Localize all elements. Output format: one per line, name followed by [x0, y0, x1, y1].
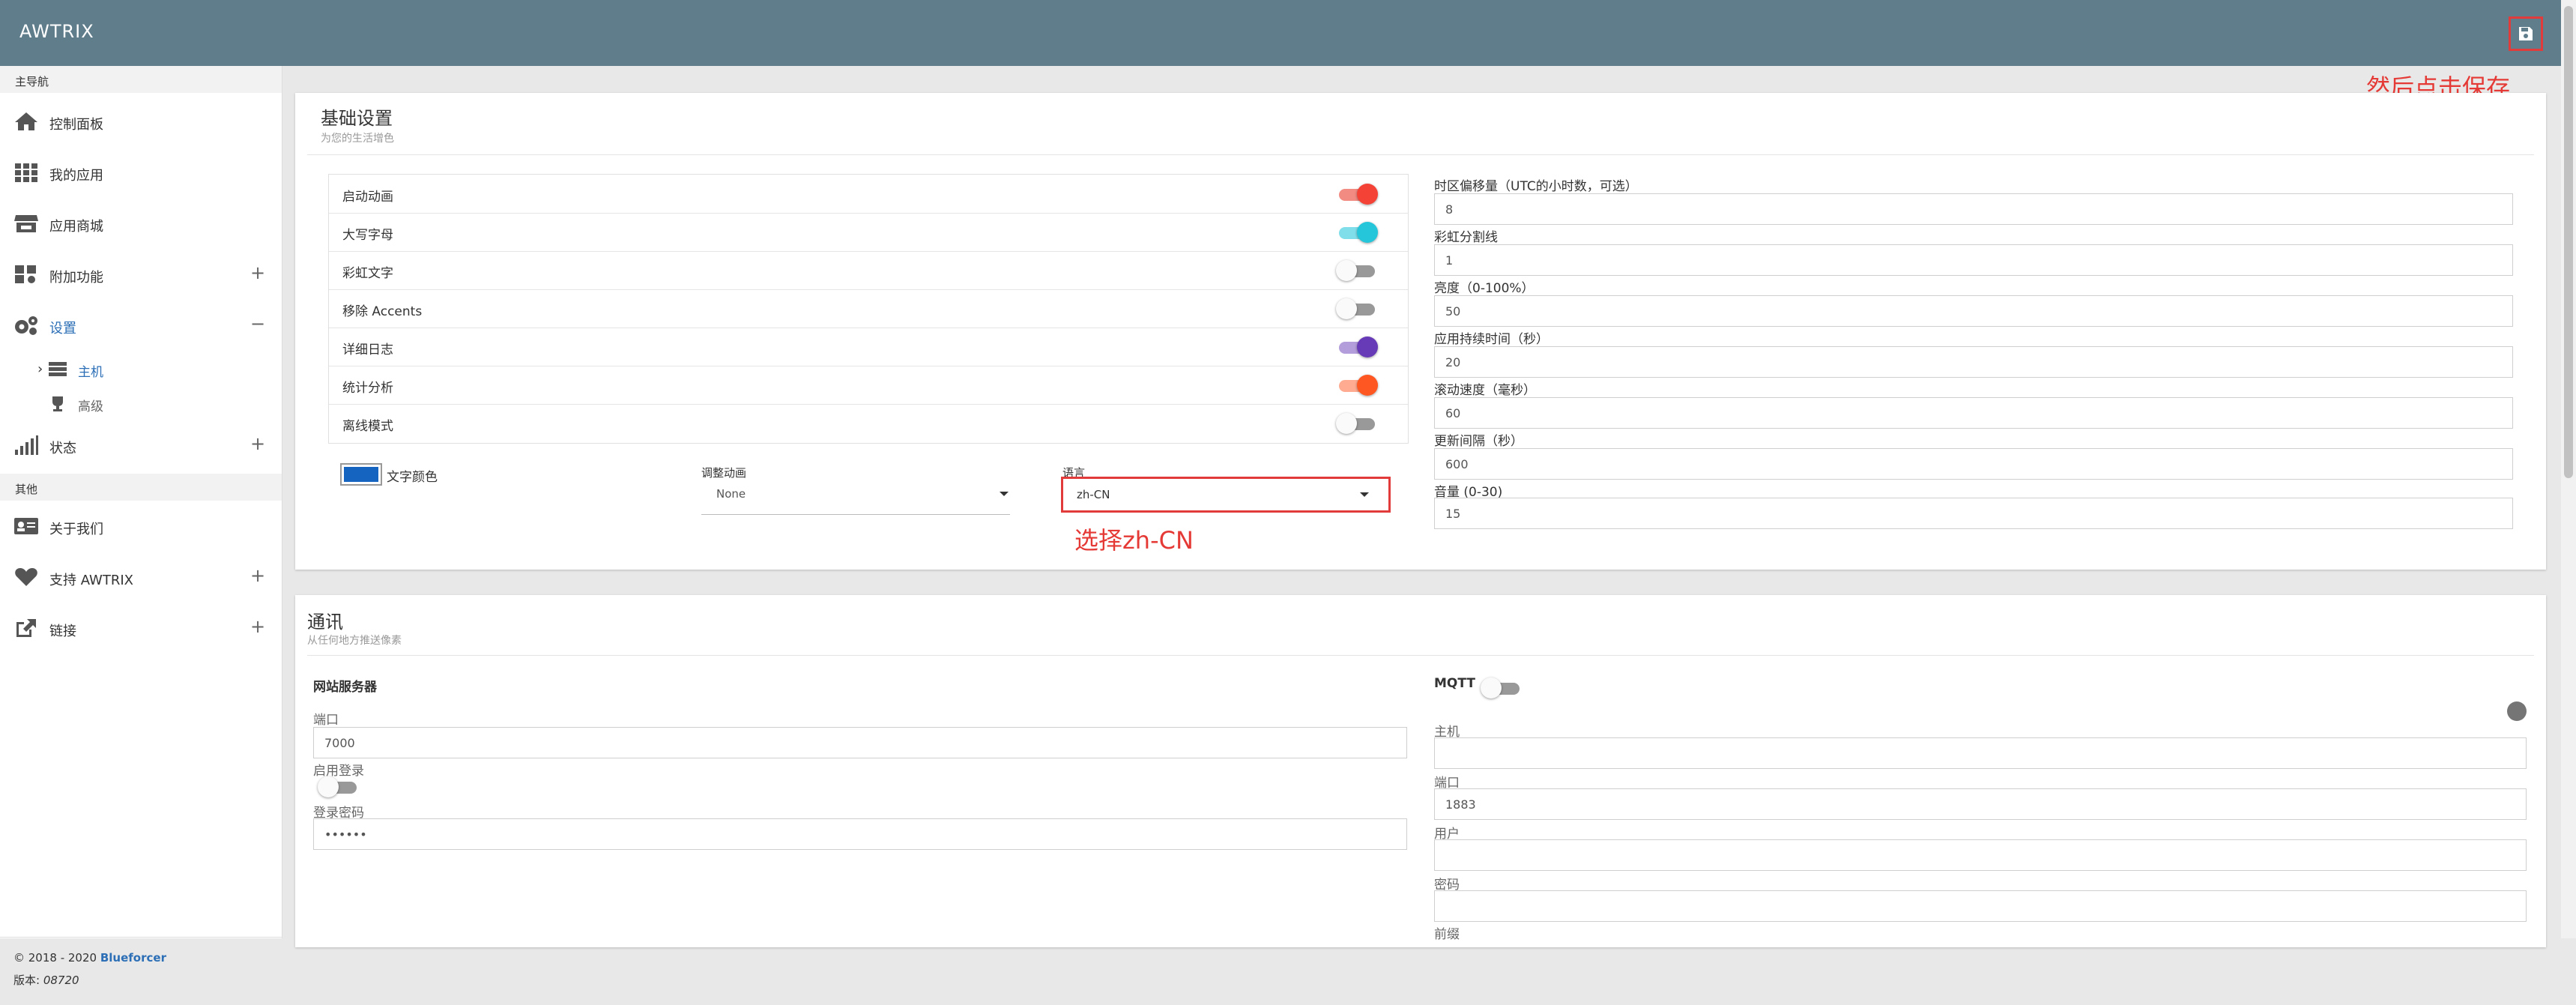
toggle-row-analytics: 统计分析 [329, 366, 1408, 405]
sidebar-item-settings[interactable]: 设置 − [0, 303, 282, 348]
app-duration-input[interactable]: 20 [1434, 346, 2513, 378]
sidebar-footer: © 2018 - 2020 Blueforcer 版本: 08720 [0, 937, 282, 1005]
copyright: © 2018 - 2020 Blueforcer [13, 951, 166, 965]
toggle-enable-login[interactable] [318, 776, 360, 797]
field-label-rainbow-divider: 彩虹分割线 [1434, 230, 1498, 245]
toggle-row-uppercase: 大写字母 [329, 213, 1408, 252]
sidebar: 主导航 控制面板 我的应用 应用商城 附加功能 + 设置 − › 主机 高级 状… [0, 66, 282, 987]
mqtt-title: MQTT [1434, 676, 1475, 691]
section-header-other: 其他 [0, 474, 282, 501]
animation-select[interactable]: None [701, 481, 1010, 515]
toggle-uppercase[interactable] [1336, 222, 1378, 243]
card-subtitle-comm: 从任何地方推送像素 [307, 635, 402, 647]
sidebar-item-addons[interactable]: 附加功能 + [0, 252, 282, 297]
animation-label: 调整动画 [701, 466, 747, 480]
sidebar-item-app-store[interactable]: 应用商城 [0, 201, 282, 246]
sidebar-item-about[interactable]: 关于我们 [0, 504, 282, 549]
mqtt-status-indicator [2507, 701, 2527, 721]
text-color-label: 文字颜色 [387, 470, 438, 485]
toggle-boot-animation[interactable] [1336, 184, 1378, 205]
toggle-mqtt[interactable] [1481, 677, 1523, 698]
field-label-update-interval: 更新间隔（秒） [1434, 434, 1523, 449]
language-hint-annotation: 选择zh-CN [1074, 526, 1194, 555]
webserver-title: 网站服务器 [313, 680, 377, 695]
floppy-disk-icon [2519, 27, 2533, 40]
brightness-input[interactable]: 50 [1434, 295, 2513, 327]
tz-offset-input[interactable]: 8 [1434, 193, 2513, 225]
version-info: 版本: 08720 [13, 974, 79, 987]
top-app-bar: AWTRIX [0, 0, 2576, 66]
toggle-row-rainbow-text: 彩虹文字 [329, 251, 1408, 290]
sidebar-item-links[interactable]: 链接 + [0, 606, 282, 651]
sidebar-item-support[interactable]: 支持 AWTRIX + [0, 555, 282, 600]
mqtt-prefix-label: 前缀 [1434, 927, 1460, 942]
field-label-scroll-speed: 滚动速度（毫秒） [1434, 383, 1536, 398]
trophy-icon [52, 396, 63, 411]
id-card-icon [14, 518, 38, 534]
collapse-icon[interactable]: − [250, 313, 265, 334]
card-title-basic: 基础设置 [321, 108, 393, 129]
expand-icon[interactable]: + [250, 262, 265, 283]
dropdown-arrow-icon [1000, 492, 1009, 496]
toggle-row-boot-animation: 启动动画 [329, 175, 1408, 214]
web-port-label: 端口 [313, 713, 339, 728]
login-password-input[interactable]: •••••• [313, 818, 1407, 850]
rainbow-divider-input[interactable]: 1 [1434, 244, 2513, 276]
toggle-row-verbose-log: 详细日志 [329, 328, 1408, 366]
volume-input[interactable]: 15 [1434, 498, 2513, 529]
puzzle-icon [15, 265, 36, 283]
divider [307, 655, 2534, 656]
app-title: AWTRIX [19, 21, 94, 42]
section-header-main: 主导航 [0, 66, 282, 93]
mqtt-user-input[interactable] [1434, 839, 2527, 871]
author-link[interactable]: Blueforcer [100, 951, 166, 965]
sidebar-item-status[interactable]: 状态 + [0, 423, 282, 468]
scroll-speed-input[interactable]: 60 [1434, 397, 2513, 429]
sidebar-subitem-advanced[interactable]: 高级 [0, 388, 282, 418]
web-port-input[interactable]: 7000 [313, 727, 1407, 758]
card-title-comm: 通讯 [307, 612, 343, 633]
store-icon [14, 215, 38, 232]
toggle-row-remove-accents: 移除 Accents [329, 289, 1408, 328]
server-icon [49, 362, 67, 376]
scrollbar-thumb[interactable] [2564, 6, 2573, 478]
toggle-row-offline-mode: 离线模式 [329, 404, 1408, 442]
save-button[interactable] [2509, 16, 2543, 51]
signal-icon [15, 435, 38, 455]
grid-icon [15, 163, 37, 182]
expand-icon[interactable]: + [250, 565, 265, 586]
expand-icon[interactable]: + [250, 433, 265, 454]
sidebar-item-dashboard[interactable]: 控制面板 [0, 99, 282, 144]
expand-icon[interactable]: + [250, 616, 265, 637]
sidebar-item-my-apps[interactable]: 我的应用 [0, 150, 282, 195]
field-label-tz-offset: 时区偏移量（UTC的小时数，可选） [1434, 179, 1638, 194]
card-subtitle-basic: 为您的生活增色 [321, 133, 394, 145]
dropdown-arrow-icon [1360, 492, 1369, 497]
sidebar-subitem-host[interactable]: › 主机 [0, 354, 282, 384]
toggle-analytics[interactable] [1336, 375, 1378, 396]
toggle-remove-accents[interactable] [1336, 298, 1378, 319]
external-link-icon [16, 619, 36, 637]
toggle-rainbow-text[interactable] [1336, 260, 1378, 281]
field-label-brightness: 亮度（0-100%） [1434, 281, 1535, 296]
field-label-app-duration: 应用持续时间（秒） [1434, 332, 1549, 347]
gears-icon [15, 316, 37, 335]
toggle-offline-mode[interactable] [1336, 413, 1378, 434]
language-select[interactable]: zh-CN [1061, 477, 1391, 513]
mqtt-password-input[interactable] [1434, 890, 2527, 922]
divider [307, 154, 2534, 155]
text-color-swatch[interactable] [340, 463, 382, 486]
chevron-right-icon: › [37, 361, 43, 377]
home-icon [15, 112, 37, 130]
mqtt-host-input[interactable] [1434, 737, 2527, 769]
heart-icon [15, 568, 37, 586]
toggle-verbose-log[interactable] [1336, 336, 1378, 357]
feature-toggle-list: 启动动画 大写字母 彩虹文字 移除 Accents 详细日志 统计分析 离线模式 [328, 174, 1409, 444]
update-interval-input[interactable]: 600 [1434, 448, 2513, 480]
mqtt-port-input[interactable]: 1883 [1434, 788, 2527, 820]
page-scrollbar[interactable] [2561, 0, 2576, 938]
